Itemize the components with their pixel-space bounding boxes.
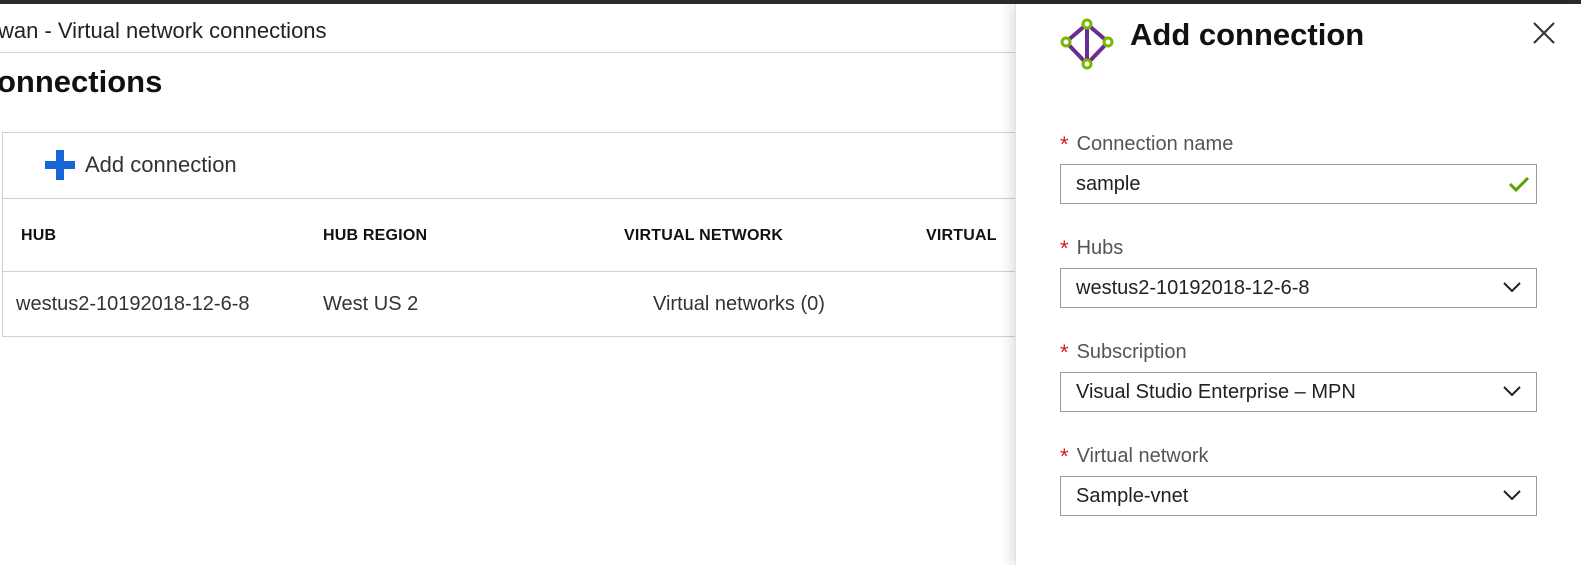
toolbar: Add connection	[3, 133, 1015, 199]
cell-hub-region: West US 2	[323, 293, 419, 315]
connection-name-field: * Connection name sample	[1060, 130, 1537, 204]
subscription-label: * Subscription	[1060, 340, 1187, 365]
required-asterisk: *	[1060, 340, 1069, 365]
chevron-down-icon	[1503, 490, 1521, 501]
subscription-dropdown[interactable]: Visual Studio Enterprise – MPN	[1060, 372, 1537, 412]
subscription-selected-value: Visual Studio Enterprise – MPN	[1076, 381, 1356, 403]
column-header-hub-region[interactable]: HUB REGION	[323, 227, 427, 245]
connections-grid: Add connection HUB HUB REGION VIRTUAL NE…	[2, 132, 1015, 337]
virtual-network-label: * Virtual network	[1060, 444, 1209, 469]
virtual-wan-connection-icon	[1060, 18, 1114, 70]
column-header-virtual-network[interactable]: VIRTUAL NETWORK	[624, 227, 783, 245]
hubs-label: * Hubs	[1060, 236, 1124, 261]
subscription-field: * Subscription Visual Studio Enterprise –…	[1060, 338, 1537, 412]
virtual-network-selected-value: Sample-vnet	[1076, 485, 1189, 507]
add-connection-button[interactable]: Add connection	[45, 147, 237, 183]
required-asterisk: *	[1060, 132, 1069, 157]
chevron-down-icon	[1503, 386, 1521, 397]
cell-hub: westus2-10192018-12-6-8	[16, 293, 250, 315]
pane-title: Add connection	[1130, 17, 1365, 52]
header-divider	[0, 52, 1015, 53]
table-row[interactable]: westus2-10192018-12-6-8 West US 2 Virtua…	[3, 272, 1015, 337]
required-asterisk: *	[1060, 236, 1069, 261]
hubs-dropdown[interactable]: westus2-10192018-12-6-8	[1060, 268, 1537, 308]
plus-icon	[45, 150, 75, 180]
page-title: onnections	[0, 64, 163, 99]
checkmark-icon	[1508, 176, 1530, 193]
add-connection-pane: Add connection * Connection name sample *…	[1015, 4, 1581, 565]
hubs-field: * Hubs westus2-10192018-12-6-8	[1060, 234, 1537, 308]
column-header-virtual[interactable]: VIRTUAL	[926, 227, 997, 245]
chevron-down-icon	[1503, 282, 1521, 293]
connections-blade: wan - Virtual network connections onnect…	[0, 4, 1015, 565]
required-asterisk: *	[1060, 444, 1069, 469]
hubs-selected-value: westus2-10192018-12-6-8	[1076, 277, 1310, 299]
column-header-hub[interactable]: HUB	[21, 227, 56, 245]
virtual-network-field: * Virtual network Sample-vnet	[1060, 442, 1537, 516]
cell-virtual-networks-link[interactable]: Virtual networks (0)	[653, 293, 825, 316]
connection-name-value: sample	[1076, 173, 1141, 195]
table-header: HUB HUB REGION VIRTUAL NETWORK VIRTUAL	[3, 199, 1015, 272]
connection-name-input[interactable]: sample	[1060, 164, 1537, 204]
close-icon[interactable]	[1529, 18, 1559, 48]
virtual-network-dropdown[interactable]: Sample-vnet	[1060, 476, 1537, 516]
connection-name-label: * Connection name	[1060, 132, 1234, 157]
breadcrumb[interactable]: wan - Virtual network connections	[0, 18, 327, 44]
add-connection-label: Add connection	[85, 152, 237, 177]
